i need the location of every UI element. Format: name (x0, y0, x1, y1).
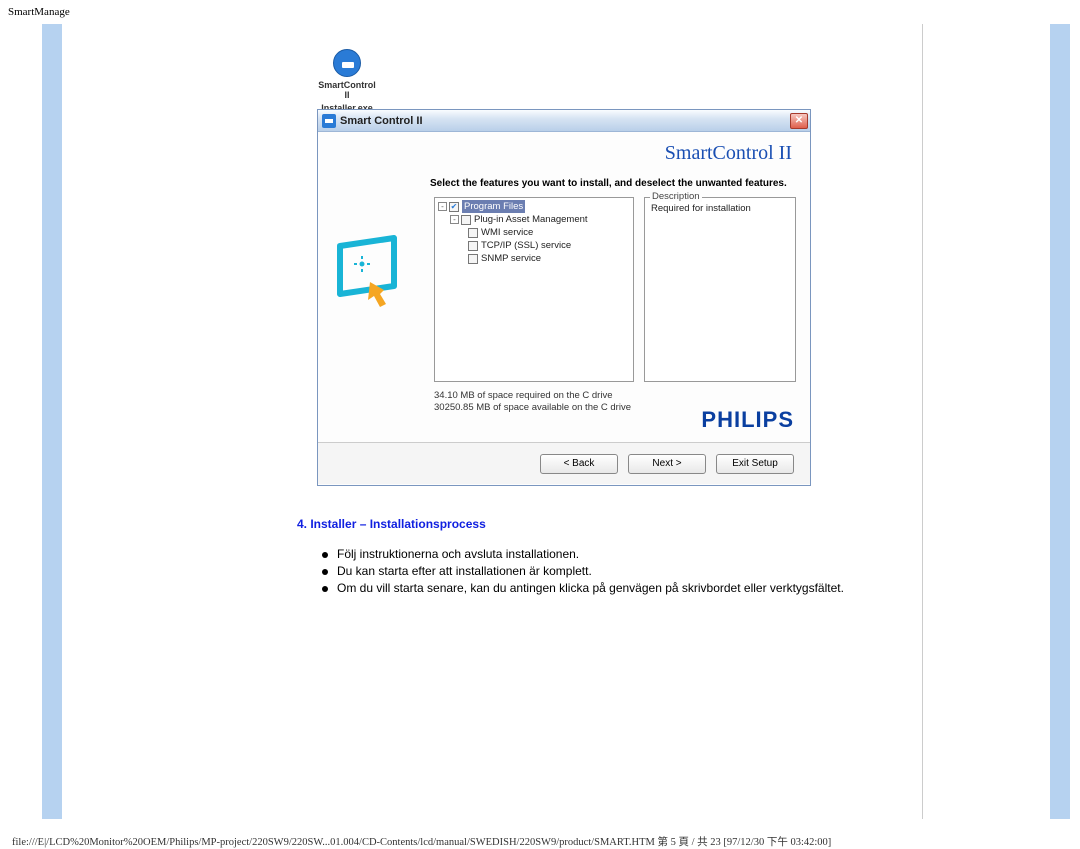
space-available-text: 30250.85 MB of space available on the C … (434, 402, 631, 413)
app-globe-icon (333, 49, 361, 77)
window-body: SmartControl II Select the features you … (318, 132, 810, 485)
list-item: Om du vill starta senare, kan du antinge… (322, 580, 844, 597)
list-item: Följ instruktionerna och avsluta install… (322, 546, 844, 563)
left-stripe-decoration (42, 24, 62, 819)
bullet-text: Följ instruktionerna och avsluta install… (337, 546, 579, 563)
philips-logo: PHILIPS (701, 407, 794, 433)
desktop-shortcut-label-line1: SmartControl II (317, 80, 377, 100)
brand-title: SmartControl II (665, 142, 792, 165)
exit-setup-button[interactable]: Exit Setup (716, 454, 794, 474)
checkbox-icon[interactable]: ✔ (449, 202, 459, 212)
description-legend: Description (650, 191, 702, 202)
tree-leaf-label[interactable]: SNMP service (481, 252, 541, 265)
tree-collapse-icon[interactable]: - (438, 202, 447, 211)
bullet-icon (322, 552, 328, 558)
monitor-graphic-icon (334, 232, 414, 312)
right-divider-line (922, 24, 923, 819)
desktop-shortcut-icon: SmartControl II Installer.exe (317, 49, 377, 113)
instruction-text: Select the features you want to install,… (430, 178, 787, 189)
tree-collapse-icon[interactable]: - (450, 215, 459, 224)
features-tree[interactable]: -✔Program Files -Plug-in Asset Managemen… (434, 197, 634, 382)
window-title: Smart Control II (340, 115, 423, 127)
checkbox-icon[interactable] (461, 215, 471, 225)
window-app-icon (322, 114, 336, 128)
bullet-list: Följ instruktionerna och avsluta install… (322, 546, 844, 597)
list-item: Du kan starta efter att installationen ä… (322, 563, 844, 580)
tree-leaf-label[interactable]: WMI service (481, 226, 533, 239)
space-required-text: 34.10 MB of space required on the C driv… (434, 390, 613, 401)
bullet-text: Om du vill starta senare, kan du antinge… (337, 580, 844, 597)
installer-window: Smart Control II ✕ SmartControl II Selec… (317, 109, 811, 486)
section-heading: 4. Installer – Installationsprocess (297, 517, 486, 531)
footer-path: file:///E|/LCD%20Monitor%20OEM/Philips/M… (12, 834, 831, 849)
close-icon[interactable]: ✕ (790, 113, 808, 129)
checkbox-icon[interactable] (468, 254, 478, 264)
next-button[interactable]: Next > (628, 454, 706, 474)
right-stripe-decoration (1050, 24, 1070, 819)
tree-node-label[interactable]: Plug-in Asset Management (474, 213, 588, 226)
button-bar: < Back Next > Exit Setup (318, 442, 810, 484)
titlebar: Smart Control II ✕ (318, 110, 810, 132)
tree-root-label[interactable]: Program Files (462, 200, 525, 213)
checkbox-icon[interactable] (468, 228, 478, 238)
bullet-icon (322, 569, 328, 575)
bullet-icon (322, 586, 328, 592)
description-box: Required for installation (644, 197, 796, 382)
back-button[interactable]: < Back (540, 454, 618, 474)
bullet-text: Du kan starta efter att installationen ä… (337, 563, 592, 580)
tree-leaf-label[interactable]: TCP/IP (SSL) service (481, 239, 571, 252)
checkbox-icon[interactable] (468, 241, 478, 251)
page-header-link[interactable]: SmartManage (0, 0, 1080, 24)
